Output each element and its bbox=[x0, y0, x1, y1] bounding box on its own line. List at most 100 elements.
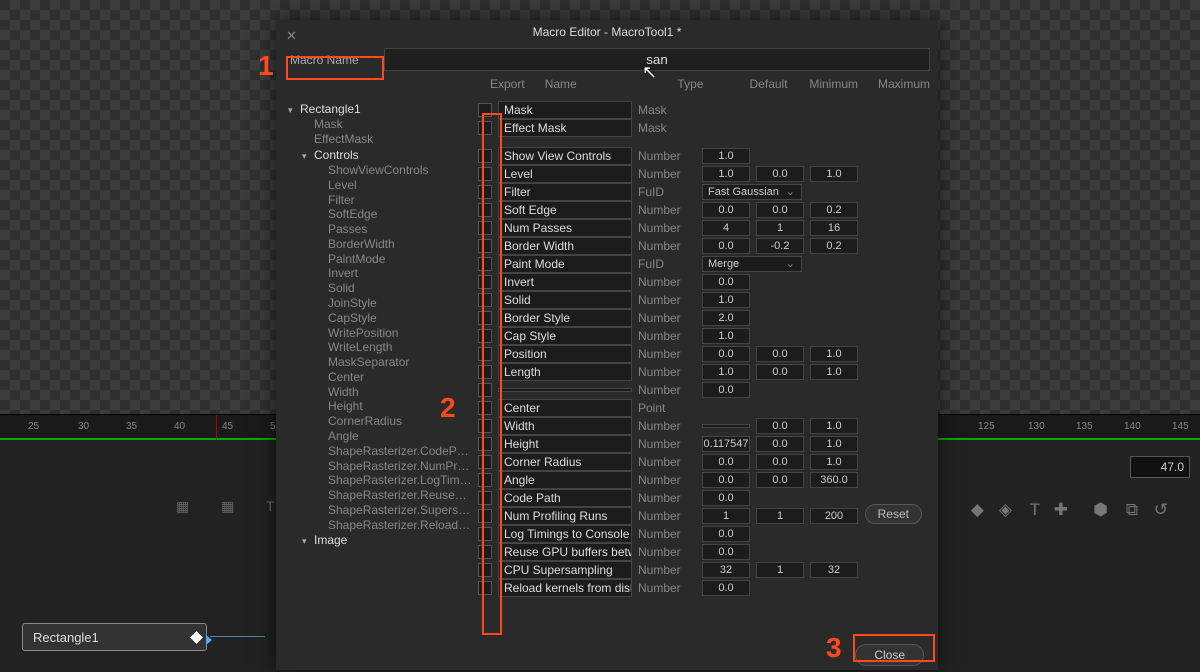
param-name[interactable]: Filter bbox=[498, 183, 632, 201]
param-default[interactable]: 1.0 bbox=[702, 148, 750, 164]
tree-item[interactable]: CapStyle bbox=[288, 310, 472, 325]
param-name[interactable]: Mask bbox=[498, 101, 632, 119]
param-name[interactable]: Position bbox=[498, 345, 632, 363]
param-name[interactable]: Show View Controls bbox=[498, 147, 632, 165]
param-min[interactable]: 0.0 bbox=[756, 202, 804, 218]
param-name[interactable]: Effect Mask bbox=[498, 119, 632, 137]
tree-item[interactable]: ShapeRasterizer.CodePath bbox=[288, 443, 472, 458]
node-port-icon[interactable] bbox=[190, 631, 203, 644]
param-default[interactable]: 0.0 bbox=[702, 382, 750, 398]
param-name[interactable]: Reload kernels from disk bbox=[498, 579, 632, 597]
tree-panel[interactable]: Rectangle1MaskEffectMaskControlsShowView… bbox=[276, 95, 476, 655]
param-max[interactable]: 1.0 bbox=[810, 166, 858, 182]
param-default[interactable] bbox=[702, 424, 750, 428]
param-name[interactable]: Reuse GPU buffers betwe bbox=[498, 543, 632, 561]
tree-item[interactable]: SoftEdge bbox=[288, 207, 472, 222]
node-rectangle1[interactable]: Rectangle1 bbox=[22, 623, 207, 651]
param-max[interactable]: 1.0 bbox=[810, 346, 858, 362]
param-name[interactable]: Invert bbox=[498, 273, 632, 291]
param-default[interactable]: 0.0 bbox=[702, 238, 750, 254]
param-default[interactable]: 1.0 bbox=[702, 328, 750, 344]
param-min[interactable]: 1 bbox=[756, 562, 804, 578]
param-select[interactable]: Fast Gaussian bbox=[702, 184, 802, 200]
tree-item[interactable]: ShapeRasterizer.ReuseBuffe bbox=[288, 488, 472, 503]
tree-item[interactable]: Mask bbox=[288, 117, 472, 132]
param-default[interactable]: 1.0 bbox=[702, 364, 750, 380]
param-min[interactable]: 0.0 bbox=[756, 472, 804, 488]
param-max[interactable]: 1.0 bbox=[810, 454, 858, 470]
param-name[interactable]: Border Style bbox=[498, 309, 632, 327]
param-name[interactable]: Height bbox=[498, 435, 632, 453]
param-name[interactable]: Code Path bbox=[498, 489, 632, 507]
tool-icon[interactable]: ◆ bbox=[971, 500, 984, 520]
param-name[interactable]: Length bbox=[498, 363, 632, 381]
param-name[interactable]: Center bbox=[498, 399, 632, 417]
tree-item[interactable]: JoinStyle bbox=[288, 296, 472, 311]
param-max[interactable]: 1.0 bbox=[810, 436, 858, 452]
param-max[interactable]: 0.2 bbox=[810, 238, 858, 254]
tree-item[interactable]: ShapeRasterizer.Supersamp bbox=[288, 503, 472, 518]
param-max[interactable]: 360.0 bbox=[810, 472, 858, 488]
param-name[interactable]: Level bbox=[498, 165, 632, 183]
close-icon[interactable]: ✕ bbox=[286, 24, 297, 48]
tool-icon[interactable]: ✚ bbox=[1054, 500, 1068, 520]
param-name[interactable]: CPU Supersampling bbox=[498, 561, 632, 579]
param-default[interactable]: 4 bbox=[702, 220, 750, 236]
viewer-mode-icons[interactable]: ▦ ▦ T bbox=[176, 498, 289, 515]
param-name[interactable]: Soft Edge bbox=[498, 201, 632, 219]
param-min[interactable]: -0.2 bbox=[756, 238, 804, 254]
reset-button[interactable]: Reset bbox=[865, 504, 922, 524]
tree-item[interactable]: Image bbox=[288, 532, 472, 548]
param-min[interactable]: 0.0 bbox=[756, 418, 804, 434]
tree-item[interactable]: Controls bbox=[288, 147, 472, 163]
param-name[interactable]: Corner Radius bbox=[498, 453, 632, 471]
param-default[interactable]: 1 bbox=[702, 508, 750, 524]
param-min[interactable]: 0.0 bbox=[756, 346, 804, 362]
param-default[interactable]: 1.0 bbox=[702, 292, 750, 308]
param-name[interactable]: Num Passes bbox=[498, 219, 632, 237]
tool-icon[interactable]: ◈ bbox=[999, 500, 1012, 520]
tree-item[interactable]: Rectangle1 bbox=[288, 101, 472, 117]
param-name[interactable]: Solid bbox=[498, 291, 632, 309]
param-default[interactable]: 0.0 bbox=[702, 580, 750, 596]
param-default[interactable]: 0.0 bbox=[702, 454, 750, 470]
param-default[interactable]: 0.0 bbox=[702, 346, 750, 362]
param-min[interactable]: 0.0 bbox=[756, 436, 804, 452]
tool-icon[interactable]: ⬢ bbox=[1093, 500, 1108, 520]
param-select[interactable]: Merge bbox=[702, 256, 802, 272]
tool-icon[interactable]: ⧉ bbox=[1126, 500, 1138, 520]
tree-item[interactable]: ShapeRasterizer.NumProfili bbox=[288, 458, 472, 473]
tree-item[interactable]: Center bbox=[288, 370, 472, 385]
param-min[interactable]: 0.0 bbox=[756, 454, 804, 470]
tree-item[interactable]: Solid bbox=[288, 281, 472, 296]
param-name[interactable]: Log Timings to Console (c bbox=[498, 525, 632, 543]
tree-item[interactable]: ShapeRasterizer.ReloadKern bbox=[288, 517, 472, 532]
param-default[interactable]: 0.0 bbox=[702, 544, 750, 560]
tree-item[interactable]: WriteLength bbox=[288, 340, 472, 355]
tool-icon[interactable]: ↺ bbox=[1154, 500, 1168, 520]
param-default[interactable]: 0.0 bbox=[702, 490, 750, 506]
param-name[interactable] bbox=[498, 388, 632, 392]
tree-item[interactable]: MaskSeparator bbox=[288, 355, 472, 370]
param-default[interactable]: 0.117547 bbox=[702, 436, 750, 452]
param-max[interactable]: 0.2 bbox=[810, 202, 858, 218]
param-min[interactable]: 1 bbox=[756, 508, 804, 524]
tree-item[interactable]: PaintMode bbox=[288, 251, 472, 266]
param-min[interactable]: 0.0 bbox=[756, 364, 804, 380]
param-default[interactable]: 0.0 bbox=[702, 274, 750, 290]
param-min[interactable]: 1 bbox=[756, 220, 804, 236]
macro-name-input[interactable] bbox=[384, 48, 930, 71]
tool-icon[interactable]: T bbox=[1030, 500, 1040, 520]
param-default[interactable]: 2.0 bbox=[702, 310, 750, 326]
timecode-readout[interactable]: 47.0 bbox=[1130, 456, 1190, 478]
tree-item[interactable]: BorderWidth bbox=[288, 236, 472, 251]
tree-item[interactable]: Invert bbox=[288, 266, 472, 281]
param-default[interactable]: 0.0 bbox=[702, 472, 750, 488]
tree-item[interactable]: Filter bbox=[288, 192, 472, 207]
param-name[interactable]: Paint Mode bbox=[498, 255, 632, 273]
param-default[interactable]: 32 bbox=[702, 562, 750, 578]
param-max[interactable]: 16 bbox=[810, 220, 858, 236]
param-name[interactable]: Border Width bbox=[498, 237, 632, 255]
param-name[interactable]: Num Profiling Runs bbox=[498, 507, 632, 525]
tree-item[interactable]: WritePosition bbox=[288, 325, 472, 340]
